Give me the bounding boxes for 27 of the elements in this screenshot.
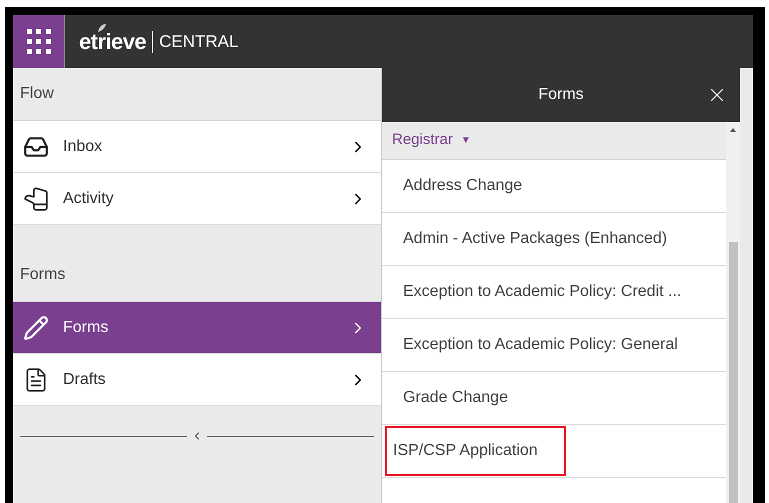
pencil-icon [23, 314, 49, 340]
sidebar-item[interactable]: Inbox [13, 121, 381, 173]
panel-title: Forms [538, 85, 584, 105]
item-label: Inbox [63, 136, 104, 156]
section-title: Flow [20, 84, 54, 104]
form-name: ISP/CSP Application [393, 441, 538, 461]
form-name: Exception to Academic Policy: General [403, 335, 678, 355]
form-name: Exception to Academic Policy: Credit ... [403, 282, 682, 302]
scrollbar[interactable] [726, 122, 740, 503]
form-name: Admin - Active Packages (Enhanced) [403, 229, 668, 249]
sidebar-item[interactable]: Activity [13, 173, 381, 225]
collapse-handle[interactable] [20, 430, 374, 442]
leaf-icon [97, 23, 107, 33]
item-label: Drafts [63, 370, 107, 390]
group-dropdown[interactable]: Registrar ▼ [382, 122, 726, 160]
section-title: Forms [20, 265, 66, 285]
form-name: Address Change [403, 176, 522, 196]
item-label: Forms [63, 318, 110, 338]
hand-icon [23, 186, 49, 212]
item-label: Activity [63, 188, 115, 208]
sidebar-item[interactable]: Drafts [13, 354, 381, 406]
sidebar-item[interactable]: Forms [13, 302, 381, 354]
logo: etrieve [79, 29, 146, 54]
form-name: Grade Change [403, 388, 508, 408]
app-launcher-button[interactable] [13, 15, 65, 68]
form-item[interactable]: ISP/CSP Application [382, 425, 726, 478]
product-name: CENTRAL [159, 30, 238, 53]
